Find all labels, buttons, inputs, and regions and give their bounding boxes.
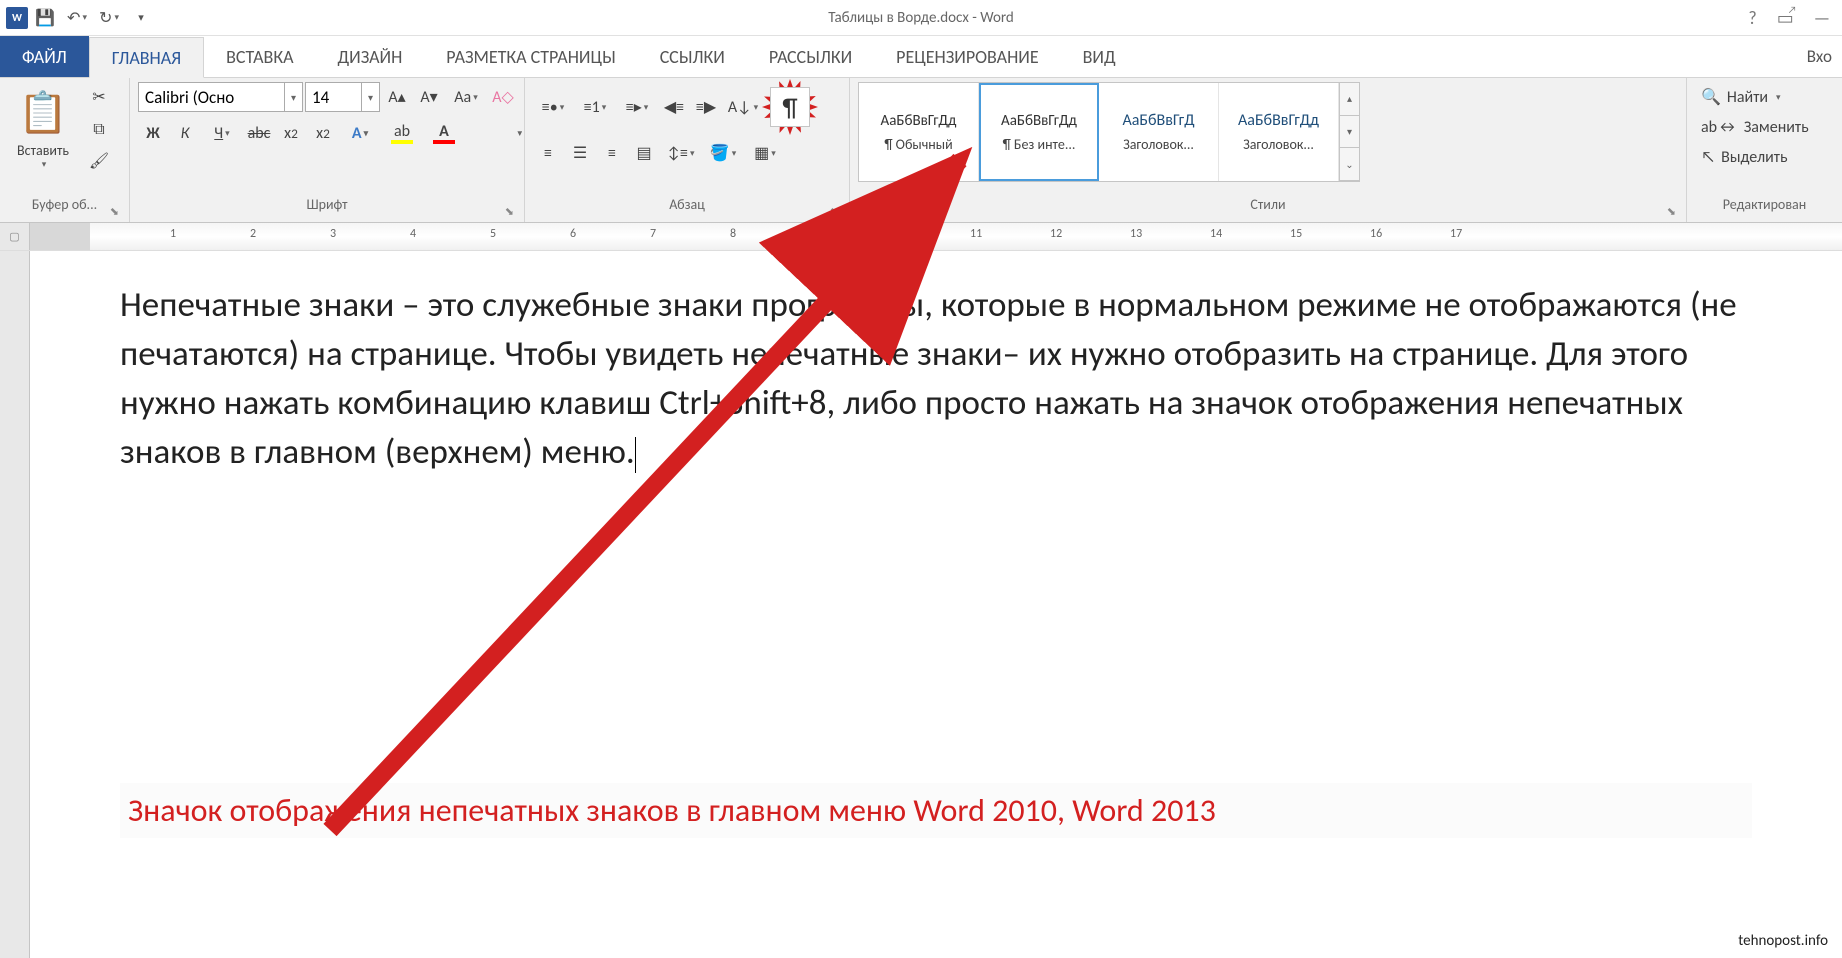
align-left-icon[interactable]: ≡ xyxy=(533,138,563,168)
document-area: Непечатные знаки – это служебные знаки п… xyxy=(0,251,1842,958)
minimize-icon[interactable]: — xyxy=(1814,7,1830,29)
binoculars-icon: 🔍 xyxy=(1701,87,1721,107)
align-center-icon[interactable]: ☰ xyxy=(565,138,595,168)
style-gallery-scroll: ▴ ▾ ⌄ xyxy=(1339,83,1359,181)
highlight-color-icon[interactable]: ab▾ xyxy=(382,118,422,148)
bullets-icon[interactable]: ≡•▾ xyxy=(533,92,573,122)
subscript-button[interactable]: x2 xyxy=(276,118,306,148)
styles-group-label: Стили⬊ xyxy=(858,196,1678,220)
vertical-ruler[interactable] xyxy=(0,251,30,958)
underline-button[interactable]: Ч▾ xyxy=(202,118,242,148)
pilcrow-button[interactable]: ¶ xyxy=(770,87,810,127)
clipboard-icon: 📋 xyxy=(18,82,68,142)
strike-button[interactable]: abc xyxy=(244,118,274,148)
font-group-label: Шрифт⬊ xyxy=(138,196,516,220)
gallery-more-icon[interactable]: ⌄ xyxy=(1340,148,1359,181)
cursor-select-icon: ↖ xyxy=(1701,148,1715,167)
annotation-caption: Значок отображения непечатных знаков в г… xyxy=(120,783,1752,838)
group-font: ▾ ▾ A▴ A▾ Aa▾ A◇ Ж К Ч▾ abc x2 x2 A▾ ab▾… xyxy=(130,78,525,222)
paste-label: Вставить xyxy=(17,142,69,159)
change-case-icon[interactable]: Aa▾ xyxy=(446,82,486,112)
style-heading1[interactable]: АаБбВвГгД Заголовок... xyxy=(1099,83,1219,181)
tab-review[interactable]: РЕЦЕНЗИРОВАНИЕ xyxy=(874,36,1060,77)
tab-layout[interactable]: РАЗМЕТКА СТРАНИЦЫ xyxy=(424,36,637,77)
font-color-icon[interactable]: A▾ xyxy=(424,118,464,148)
quick-access-toolbar: W 💾 ↶▾ ↻▾ ▾ xyxy=(0,3,162,33)
styles-gallery: АаБбВвГгДд ¶ Обычный АаБбВвГгДд ¶ Без ин… xyxy=(858,82,1360,182)
undo-icon[interactable]: ↶▾ xyxy=(62,3,92,33)
clipboard-group-label: Буфер об...⬊ xyxy=(8,196,121,220)
word-app-icon: W xyxy=(6,7,28,29)
tab-design[interactable]: ДИЗАЙН xyxy=(316,36,425,77)
paste-button[interactable]: 📋 Вставить ▾ xyxy=(8,82,78,170)
tab-insert[interactable]: ВСТАВКА xyxy=(204,36,315,77)
multilevel-icon[interactable]: ≡▸▾ xyxy=(617,92,657,122)
superscript-button[interactable]: x2 xyxy=(308,118,338,148)
gallery-down-icon[interactable]: ▾ xyxy=(1340,116,1359,149)
shading-icon[interactable]: 🪣▾ xyxy=(703,138,743,168)
text-cursor-icon xyxy=(635,437,636,473)
redo-icon[interactable]: ↻▾ xyxy=(94,3,124,33)
tab-home[interactable]: ГЛАВНАЯ xyxy=(89,37,204,78)
bold-button[interactable]: Ж xyxy=(138,118,168,148)
document-paragraph[interactable]: Непечатные знаки – это служебные знаки п… xyxy=(120,281,1752,477)
align-right-icon[interactable]: ≡ xyxy=(597,138,627,168)
ribbon-tabs: ФАЙЛ ГЛАВНАЯ ВСТАВКА ДИЗАЙН РАЗМЕТКА СТР… xyxy=(0,36,1842,78)
copy-icon[interactable]: ⧉ xyxy=(84,114,114,144)
ruler-corner[interactable]: ▢ xyxy=(0,223,30,250)
watermark: tehnopost.info xyxy=(1732,930,1834,952)
group-editing: 🔍Найти▾ ab↔Заменить ↖Выделить Редактиров… xyxy=(1687,78,1842,222)
style-no-spacing[interactable]: АаБбВвГгДд ¶ Без инте... xyxy=(979,83,1099,181)
font-launcher-icon[interactable]: ⬊ xyxy=(505,205,514,218)
save-icon[interactable]: 💾 xyxy=(30,3,60,33)
gallery-up-icon[interactable]: ▴ xyxy=(1340,83,1359,116)
ribbon: 📋 Вставить ▾ ✂ ⧉ 🖌 Буфер об...⬊ ▾ ▾ A▴ A… xyxy=(0,78,1842,223)
sort-icon[interactable]: A↓▾ xyxy=(723,92,763,122)
ribbon-display-icon[interactable]: ▭↗ xyxy=(1777,7,1794,29)
numbering-icon[interactable]: ≡1▾ xyxy=(575,92,615,122)
italic-button[interactable]: К xyxy=(170,118,200,148)
paragraph-group-label: Абзац⬊ xyxy=(533,196,841,220)
help-icon[interactable]: ? xyxy=(1748,7,1756,29)
font-size-select[interactable]: ▾ xyxy=(305,82,380,112)
line-spacing-icon[interactable]: ↕≡▾ xyxy=(661,138,701,168)
justify-icon[interactable]: ▤ xyxy=(629,138,659,168)
cut-icon[interactable]: ✂ xyxy=(84,82,114,112)
qat-customize-icon[interactable]: ▾ xyxy=(126,3,156,33)
group-clipboard: 📋 Вставить ▾ ✂ ⧉ 🖌 Буфер об...⬊ xyxy=(0,78,130,222)
replace-button[interactable]: ab↔Заменить xyxy=(1695,112,1815,142)
tab-mailings[interactable]: РАССЫЛКИ xyxy=(747,36,874,77)
title-bar: W 💾 ↶▾ ↻▾ ▾ Таблицы в Ворде.docx - Word … xyxy=(0,0,1842,36)
document-page[interactable]: Непечатные знаки – это служебные знаки п… xyxy=(30,251,1842,958)
font-name-select[interactable]: ▾ xyxy=(138,82,303,112)
show-hide-marks-wrap: ¶ xyxy=(765,82,815,132)
tab-view[interactable]: ВИД xyxy=(1061,36,1138,77)
document-title: Таблицы в Ворде.docx - Word xyxy=(828,9,1014,27)
grow-font-icon[interactable]: A▴ xyxy=(382,82,412,112)
select-button[interactable]: ↖Выделить xyxy=(1695,142,1793,172)
group-paragraph: ≡•▾ ≡1▾ ≡▸▾ ◀≡ ≡▶ A↓▾ xyxy=(525,78,850,222)
editing-group-label: Редактирован xyxy=(1695,196,1834,220)
clear-format-icon[interactable]: A◇ xyxy=(488,82,518,112)
styles-launcher-icon[interactable]: ⬊ xyxy=(1667,205,1676,218)
style-normal[interactable]: АаБбВвГгДд ¶ Обычный xyxy=(859,83,979,181)
paragraph-launcher-icon[interactable]: ⬊ xyxy=(830,205,839,218)
clipboard-launcher-icon[interactable]: ⬊ xyxy=(110,205,119,218)
ruler-area: ▢ 1234567891011121314151617 xyxy=(0,223,1842,251)
increase-indent-icon[interactable]: ≡▶ xyxy=(691,92,721,122)
borders-icon[interactable]: ▦▾ xyxy=(745,138,785,168)
replace-icon: ab↔ xyxy=(1701,118,1738,137)
decrease-indent-icon[interactable]: ◀≡ xyxy=(659,92,689,122)
group-styles: АаБбВвГгДд ¶ Обычный АаБбВвГгДд ¶ Без ин… xyxy=(850,78,1687,222)
shrink-font-icon[interactable]: A▾ xyxy=(414,82,444,112)
horizontal-ruler[interactable]: 1234567891011121314151617 xyxy=(30,223,1842,250)
tab-references[interactable]: ССЫЛКИ xyxy=(638,36,747,77)
tab-file[interactable]: ФАЙЛ xyxy=(0,36,89,77)
window-controls: ? ▭↗ — xyxy=(1748,7,1842,29)
text-effects-icon[interactable]: A▾ xyxy=(340,118,380,148)
format-painter-icon[interactable]: 🖌 xyxy=(84,146,114,176)
find-button[interactable]: 🔍Найти▾ xyxy=(1695,82,1787,112)
login-link[interactable]: Вхо xyxy=(1807,36,1842,77)
style-heading2[interactable]: АаБбВвГгДд Заголовок... xyxy=(1219,83,1339,181)
